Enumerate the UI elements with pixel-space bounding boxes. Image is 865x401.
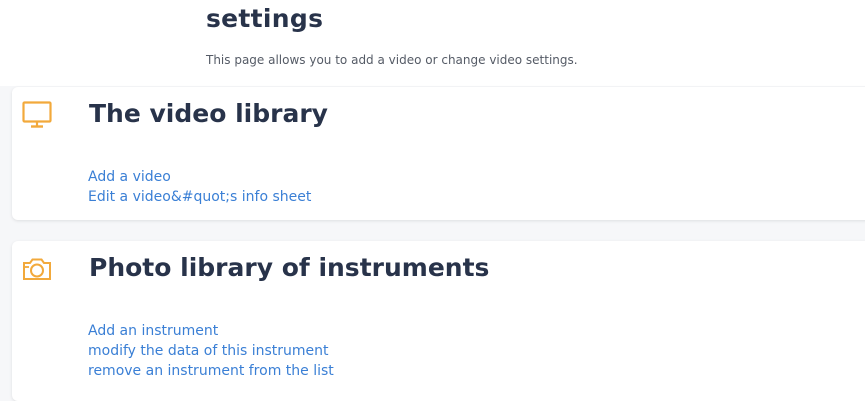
page-title: settings [206,4,324,33]
photo-library-card: Photo library of instruments Add an inst… [12,241,865,401]
remove-instrument-link[interactable]: remove an instrument from the list [88,363,334,379]
edit-video-info-link[interactable]: Edit a video&#quot;s info sheet [88,189,311,205]
add-video-link[interactable]: Add a video [88,169,171,185]
photo-library-links: Add an instrument modify the data of thi… [88,320,334,380]
video-library-card: The video library Add a video Edit a vid… [12,87,865,220]
link-item: Add an instrument [88,320,334,340]
link-item: Add a video [88,166,311,186]
camera-icon [22,255,52,283]
monitor-icon [22,101,52,129]
add-instrument-link[interactable]: Add an instrument [88,323,218,339]
modify-instrument-link[interactable]: modify the data of this instrument [88,343,329,359]
monitor-icon-svg [22,101,52,128]
link-item: modify the data of this instrument [88,340,334,360]
page-subtitle: This page allows you to add a video or c… [206,53,578,67]
page-header: settings This page allows you to add a v… [0,0,865,86]
photo-library-title: Photo library of instruments [89,253,490,282]
video-library-links: Add a video Edit a video&#quot;s info sh… [88,166,311,206]
link-item: Edit a video&#quot;s info sheet [88,186,311,206]
link-item: remove an instrument from the list [88,360,334,380]
camera-icon-svg [23,258,51,280]
video-library-title: The video library [89,99,328,128]
